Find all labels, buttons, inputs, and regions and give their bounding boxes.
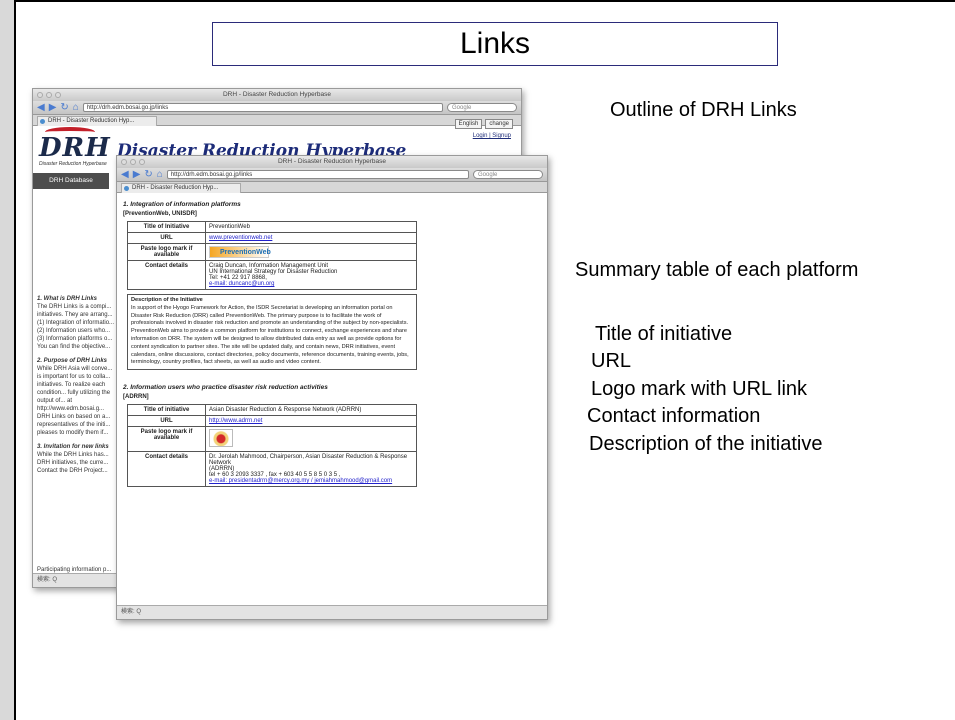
url-link[interactable]: www.preventionweb.net [209, 235, 272, 241]
table-row: Paste logo mark if available PreventionW… [127, 243, 417, 261]
window-controls[interactable] [121, 159, 145, 165]
tab-bar: DRH - Disaster Reduction Hyp... [117, 182, 547, 193]
language-selector[interactable]: English change [454, 119, 513, 129]
table-row: URL www.preventionweb.net [127, 232, 417, 244]
section-heading: 3. Invitation for new links [37, 444, 109, 450]
reload-icon[interactable]: ↻ [60, 102, 68, 113]
status-bar[interactable]: 検索: Q [117, 605, 547, 619]
section-heading: 2. Purpose of DRH Links [37, 358, 108, 364]
contact-line[interactable]: e-mail: duncanc@un.org [209, 281, 413, 287]
info-table: Title of initiative Asian Disaster Reduc… [127, 404, 417, 488]
table-value: PreventionWeb [205, 221, 417, 233]
table-key: URL [127, 232, 206, 244]
table-row: Paste logo mark if available [127, 426, 417, 453]
table-key: Title of Initiative [127, 221, 206, 233]
list-item: Description of the initiative [589, 433, 823, 455]
url-link[interactable]: http://www.adrrn.net [209, 418, 262, 424]
description-box: Description of the Initiative In support… [127, 294, 417, 371]
window-controls[interactable] [37, 92, 61, 98]
tab-drh[interactable]: DRH - Disaster Reduction Hyp... [121, 183, 241, 193]
table-value: www.preventionweb.net [205, 232, 417, 244]
organization-label: [PreventionWeb, UNISDR] [123, 211, 197, 217]
description-text: In support of the Hyogo Framework for Ac… [131, 304, 409, 366]
search-input[interactable]: Google [447, 103, 517, 112]
table-key: Contact details [127, 451, 206, 488]
close-icon[interactable] [121, 159, 127, 165]
adrrn-logo[interactable] [209, 429, 233, 448]
section-text: The DRH Links is a compi... initiatives.… [37, 304, 115, 350]
table-value [205, 426, 417, 453]
browser-toolbar: ◀ ▶ ↻ ⌂ http://drh.edm.bosai.go.jp/links… [117, 168, 547, 182]
reload-icon[interactable]: ↻ [144, 169, 152, 180]
search-input[interactable]: Google [473, 170, 543, 179]
table-value: http://www.adrrn.net [205, 415, 417, 428]
section-heading: 2. Information users who practice disast… [123, 384, 328, 392]
address-bar[interactable]: http://drh.edm.bosai.go.jp/links [166, 170, 469, 179]
contact-line: Dr. Jerolah Mahmood, Chairperson, Asian … [209, 454, 408, 467]
drh-logo[interactable]: DRH [39, 133, 111, 163]
forward-arrow-icon[interactable]: ▶ [49, 102, 57, 113]
tab-bar: DRH - Disaster Reduction Hyp... [33, 115, 521, 126]
list-item: Title of initiative [595, 323, 733, 345]
window-title: DRH - Disaster Reduction Hyperbase [222, 91, 331, 98]
window-titlebar[interactable]: DRH - Disaster Reduction Hyperbase [33, 89, 521, 101]
drh-database-button[interactable]: DRH Database [33, 173, 109, 189]
contact-line[interactable]: e-mail: presidentadrrn@mercy.org.my / je… [209, 478, 413, 484]
minimize-icon[interactable] [130, 159, 136, 165]
table-key: URL [127, 415, 206, 428]
close-icon[interactable] [37, 92, 43, 98]
table-key: Title of initiative [127, 404, 206, 417]
table-value: Craig Duncan, Information Management Uni… [205, 260, 417, 290]
back-arrow-icon[interactable]: ◀ [37, 102, 45, 113]
address-bar[interactable]: http://drh.edm.bosai.go.jp/links [82, 103, 443, 112]
tab-drh[interactable]: DRH - Disaster Reduction Hyp... [37, 116, 157, 126]
drh-logo-subtitle: Disaster Reduction Hyperbase [39, 161, 107, 167]
table-value: Dr. Jerolah Mahmood, Chairperson, Asian … [205, 451, 417, 488]
section-heading: 1. Integration of information platforms [123, 201, 241, 208]
language-select[interactable]: English [454, 119, 483, 129]
table-row: Contact details Dr. Jerolah Mahmood, Cha… [127, 451, 417, 488]
table-row: Title of initiative Asian Disaster Reduc… [127, 404, 417, 417]
window-titlebar[interactable]: DRH - Disaster Reduction Hyperbase [117, 156, 547, 168]
zoom-icon[interactable] [55, 92, 61, 98]
table-row: URL http://www.adrrn.net [127, 415, 417, 428]
preventionweb-logo[interactable]: PreventionWeb [209, 246, 271, 258]
zoom-icon[interactable] [139, 159, 145, 165]
table-key: Paste logo mark if available [127, 426, 206, 453]
organization-label: [ADRRN] [123, 394, 149, 401]
table-key: Contact details [127, 260, 206, 290]
browser-toolbar: ◀ ▶ ↻ ⌂ http://drh.edm.bosai.go.jp/links… [33, 101, 521, 115]
summary-text: Summary table of each platform [575, 259, 859, 281]
slide: Links DRH - Disaster Reduction Hyperbase… [14, 0, 955, 720]
section-text: While the DRH Links has... DRH initiativ… [37, 452, 109, 474]
section-heading: 1. What is DRH Links [37, 296, 98, 302]
page-content: 1. Integration of information platforms … [117, 194, 547, 605]
table-key: Paste logo mark if available [127, 243, 206, 261]
change-button[interactable]: change [485, 119, 513, 129]
window-title: DRH - Disaster Reduction Hyperbase [277, 158, 386, 165]
description-title: Description of the Initiative [131, 297, 203, 303]
list-item: Logo mark with URL link [591, 378, 808, 400]
back-arrow-icon[interactable]: ◀ [121, 169, 129, 180]
forward-arrow-icon[interactable]: ▶ [133, 169, 141, 180]
section-text: While DRH Asia will conve... is importan… [37, 366, 113, 436]
list-item: URL [591, 350, 632, 372]
table-row: Contact details Craig Duncan, Informatio… [127, 260, 417, 290]
left-column: 1. What is DRH Links The DRH Links is a … [37, 289, 117, 475]
minimize-icon[interactable] [46, 92, 52, 98]
browser-window-front[interactable]: DRH - Disaster Reduction Hyperbase ◀ ▶ ↻… [116, 155, 548, 620]
table-value: Asian Disaster Reduction & Response Netw… [205, 404, 417, 417]
home-icon[interactable]: ⌂ [157, 169, 163, 180]
outline-text: Outline of DRH Links [610, 99, 797, 121]
table-row: Title of Initiative PreventionWeb [127, 221, 417, 233]
list-item: Contact information [587, 405, 761, 427]
home-icon[interactable]: ⌂ [73, 102, 79, 113]
login-link[interactable]: Login | Signup [473, 133, 511, 139]
table-value: PreventionWeb [205, 243, 417, 261]
info-table: Title of Initiative PreventionWeb URL ww… [127, 221, 417, 290]
slide-title: Links [212, 22, 778, 66]
